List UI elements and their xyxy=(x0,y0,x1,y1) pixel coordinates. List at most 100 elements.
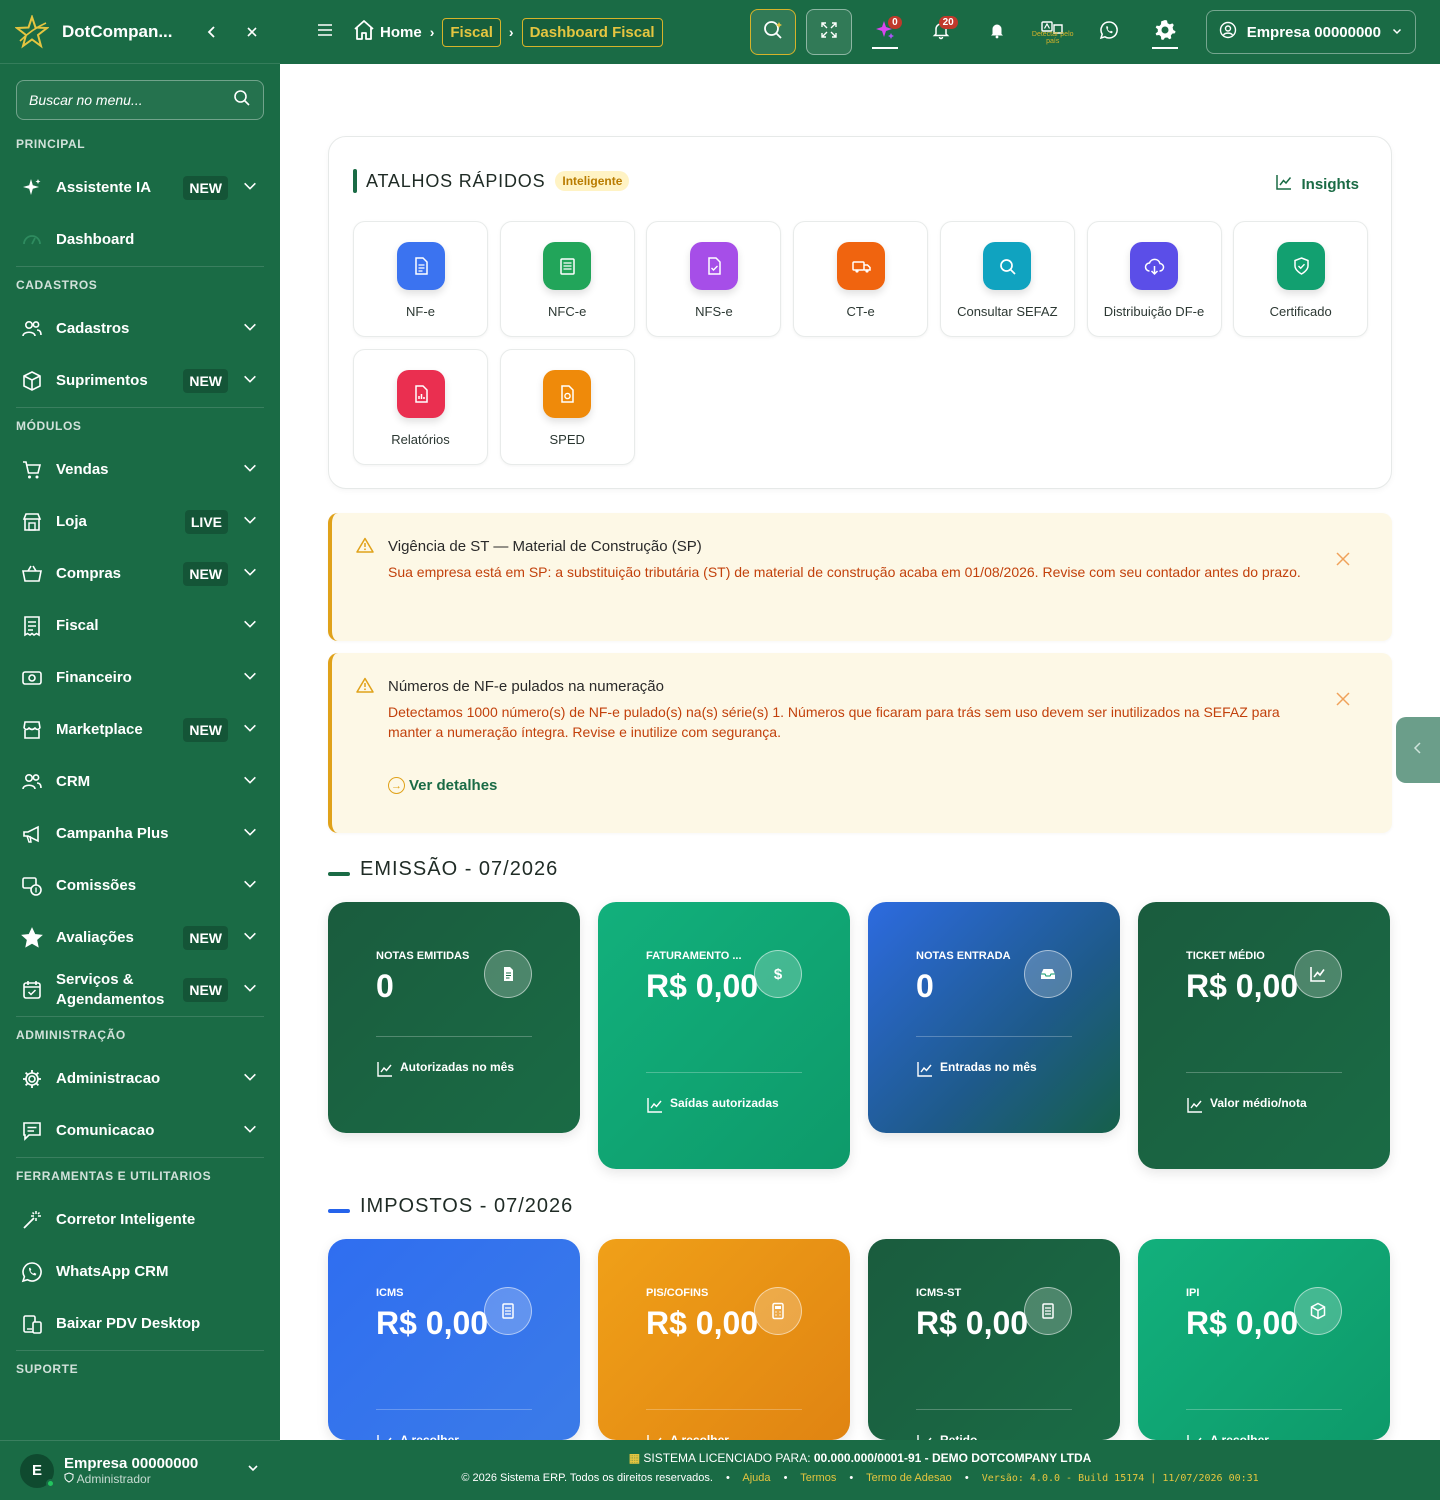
whatsapp-icon xyxy=(20,1260,44,1284)
close-icon[interactable] xyxy=(1336,689,1350,712)
sidebar-item-label: Campanha Plus xyxy=(56,825,169,842)
sidebar-item-administracao[interactable]: Administracao xyxy=(0,1053,280,1105)
expand-icon xyxy=(819,20,839,45)
notifications-button[interactable]: 20 xyxy=(918,9,964,55)
whatsapp-button[interactable] xyxy=(1086,9,1132,55)
chart-line-icon xyxy=(646,1088,670,1117)
sidebar-item-label: CRM xyxy=(56,773,91,790)
sidebar-item-dashboard[interactable]: Dashboard xyxy=(0,214,280,266)
gear-icon xyxy=(1152,17,1178,48)
sidebar-item-label: Serviços & Agendamentos xyxy=(56,971,165,1008)
shortcut-tile[interactable]: Relatórios xyxy=(353,349,488,465)
close-sidebar-button[interactable] xyxy=(238,18,266,46)
sidebar-item-label: Administracao xyxy=(56,1070,161,1087)
chart-line-icon xyxy=(1186,1088,1210,1117)
sidebar-item-marketplace[interactable]: Marketplace NEW xyxy=(0,704,280,756)
kpi-card: TICKET MÉDIO R$ 0,00 Valor médio/nota xyxy=(1138,902,1390,1169)
company-selector[interactable]: Empresa 00000000 xyxy=(1205,10,1416,54)
receipt-icon xyxy=(543,242,592,290)
star-icon xyxy=(20,926,44,950)
active-indicator xyxy=(1151,47,1178,49)
sidebar-item-comissoes[interactable]: Comissões xyxy=(0,860,280,912)
chevron-down-icon xyxy=(242,980,258,1000)
search-icon xyxy=(983,242,1032,290)
shortcut-tile[interactable]: Certificado xyxy=(1233,221,1369,337)
sidebar-item-crm[interactable]: CRM xyxy=(0,756,280,808)
shortcut-label: Certificado xyxy=(1269,304,1332,319)
sidebar-item-cadastros[interactable]: Cadastros xyxy=(0,303,280,355)
hamburger-menu-icon[interactable] xyxy=(316,23,334,42)
sidebar-item-financeiro[interactable]: Financeiro xyxy=(0,652,280,704)
sidebar-item-assistente-ia[interactable]: Assistente IA NEW xyxy=(0,162,280,214)
user-panel[interactable]: E Empresa 00000000 Administrador xyxy=(0,1440,280,1500)
fullscreen-button[interactable] xyxy=(805,9,852,55)
close-icon[interactable] xyxy=(1336,549,1350,572)
collapse-sidebar-button[interactable] xyxy=(198,18,226,46)
divider xyxy=(916,1036,1072,1037)
sidebar-item-servicos-agendamentos[interactable]: Serviços & Agendamentos NEW xyxy=(0,964,280,1016)
sidebar-item-comunicacao[interactable]: Comunicacao xyxy=(0,1105,280,1157)
sidebar-item-loja[interactable]: Loja LIVE xyxy=(0,496,280,548)
sidebar-item-vendas[interactable]: Vendas xyxy=(0,444,280,496)
ai-assistant-button[interactable]: 0 xyxy=(862,9,908,55)
truck-icon xyxy=(836,242,885,290)
main-content: ATALHOS RÁPIDOS Inteligente Insights NF-… xyxy=(280,64,1440,1440)
alert-title: Números de NF-e pulados na numeração xyxy=(388,678,664,695)
menu-search-input[interactable] xyxy=(29,92,233,108)
sidebar-item-whatsapp-crm[interactable]: WhatsApp CRM xyxy=(0,1246,280,1298)
terms-link[interactable]: Termos xyxy=(800,1472,836,1484)
sidebar-item-baixar-pdv-desktop[interactable]: Baixar PDV Desktop xyxy=(0,1298,280,1350)
copyright: © 2026 Sistema ERP. Todos os direitos re… xyxy=(461,1472,713,1484)
home-icon[interactable] xyxy=(352,18,376,46)
shortcut-tile[interactable]: NF-e xyxy=(353,221,488,337)
shortcut-tile[interactable]: Distribuição DF-e xyxy=(1086,221,1222,337)
help-link[interactable]: Ajuda xyxy=(742,1472,770,1484)
kpi-footer: A recolher xyxy=(1186,1425,1269,1440)
divider xyxy=(646,1072,802,1073)
sidebar-item-compras[interactable]: Compras NEW xyxy=(0,548,280,600)
kpi-card: ICMS R$ 0,00 A recolher xyxy=(328,1239,580,1440)
breadcrumb-home[interactable]: Home xyxy=(380,24,422,41)
cloud-download-icon xyxy=(1130,242,1178,290)
whatsapp-icon xyxy=(1099,20,1119,45)
sidebar-item-campanha-plus[interactable]: Campanha Plus xyxy=(0,808,280,860)
inbox-icon xyxy=(1024,950,1072,998)
sidebar-item-suprimentos[interactable]: Suprimentos NEW xyxy=(0,355,280,407)
detect-country-button[interactable]: Detectar pelo país xyxy=(1030,9,1076,55)
calculator-icon xyxy=(754,1287,802,1335)
chevron-down-icon xyxy=(242,512,258,532)
sidebar-item-label: Avaliações xyxy=(56,929,134,946)
shortcut-tile[interactable]: NFS-e xyxy=(646,221,782,337)
shortcut-tile[interactable]: NFC-e xyxy=(499,221,635,337)
breadcrumb-dashboard-fiscal[interactable]: Dashboard Fiscal xyxy=(521,17,663,47)
alerts-button[interactable] xyxy=(974,9,1020,55)
settings-button[interactable] xyxy=(1142,9,1188,55)
adhesion-terms-link[interactable]: Termo de Adesao xyxy=(866,1472,952,1484)
side-panel-toggle[interactable] xyxy=(1396,717,1440,783)
kpi-footer: A recolher xyxy=(376,1425,459,1440)
sidebar-item-label: Fiscal xyxy=(56,617,99,634)
breadcrumb-fiscal[interactable]: Fiscal xyxy=(442,17,501,47)
message-icon xyxy=(20,1119,44,1143)
search-icon[interactable] xyxy=(233,89,251,112)
document-icon xyxy=(396,242,445,290)
kpi-footer: A recolher xyxy=(646,1425,729,1440)
separator: • xyxy=(964,1472,969,1484)
sidebar-item-avaliacoes[interactable]: Avaliações NEW xyxy=(0,912,280,964)
device-icon xyxy=(20,1312,44,1336)
shortcut-tile[interactable]: Consultar SEFAZ xyxy=(939,221,1075,337)
chevron-down-icon[interactable] xyxy=(246,1461,260,1480)
kpi-footer-text: Autorizadas no mês xyxy=(400,1059,515,1074)
sidebar-item-corretor-inteligente[interactable]: Corretor Inteligente xyxy=(0,1194,280,1246)
sparkle-icon xyxy=(20,176,44,200)
view-details-link[interactable]: → Ver detalhes xyxy=(388,777,497,794)
shortcut-label: NF-e xyxy=(406,304,435,319)
shortcut-tile[interactable]: CT-e xyxy=(793,221,929,337)
shortcut-tile[interactable]: SPED xyxy=(499,349,635,465)
user-role: Administrador xyxy=(64,1472,246,1486)
kpi-label: PIS/COFINS xyxy=(646,1287,709,1299)
global-search-button[interactable] xyxy=(749,9,796,55)
insights-button[interactable]: Insights xyxy=(1275,173,1359,195)
svg-text:$: $ xyxy=(774,966,783,983)
sidebar-item-fiscal[interactable]: Fiscal xyxy=(0,600,280,652)
